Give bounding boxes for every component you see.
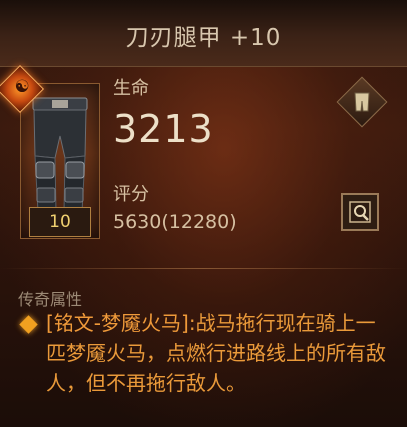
legendary-diamond-icon xyxy=(19,315,38,334)
legendary-section-title: 传奇属性 xyxy=(18,290,83,309)
title-bar: 刀刃腿甲 +10 xyxy=(0,0,407,67)
item-level-badge: 10 xyxy=(29,207,91,237)
item-title: 刀刃腿甲 +10 xyxy=(125,25,282,51)
divider xyxy=(0,268,407,269)
primary-stat-label: 生命 xyxy=(113,78,149,99)
score-value: 5630(12280) xyxy=(113,211,237,233)
affix-name: [铭文-梦魇火马] xyxy=(46,311,189,335)
pants-icon xyxy=(32,97,88,213)
item-tooltip: 刀刃腿甲 +10 ☯ 10 生命 3213 评分 5630(12280) 传奇属… xyxy=(0,0,407,427)
magnify-icon xyxy=(349,201,371,223)
legendary-affix: [铭文-梦魇火马]:战马拖行现在骑上一匹梦魇火马，点燃行进路线上的所有敌人，但不… xyxy=(46,308,391,398)
equipped-pants-icon[interactable] xyxy=(336,76,388,128)
primary-stat-value: 3213 xyxy=(113,107,214,151)
score-label: 评分 xyxy=(113,184,149,205)
inspect-button[interactable] xyxy=(341,193,379,231)
